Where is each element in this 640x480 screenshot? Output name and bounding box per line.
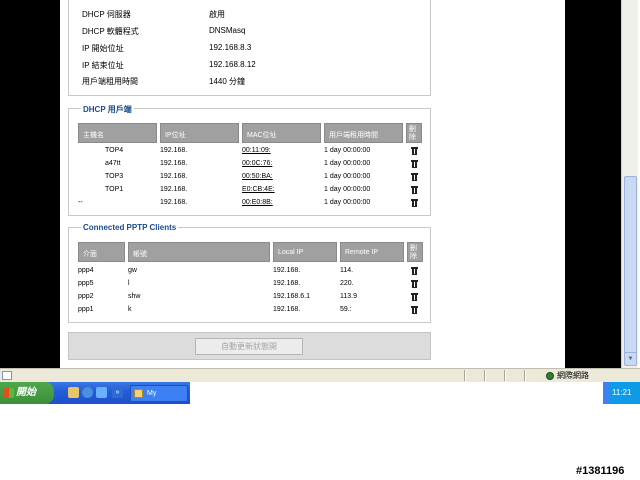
client-lease: 1 day 00:00:00 — [324, 147, 371, 154]
folder-icon[interactable] — [68, 387, 79, 398]
client-lease: 1 day 00:00:00 — [324, 199, 371, 206]
col-local-ip: Local IP — [273, 242, 337, 262]
client-lease: 1 day 00:00:00 — [324, 173, 371, 180]
client-ip: 192.168. — [160, 199, 188, 206]
vertical-scrollbar[interactable]: ▼ — [621, 0, 638, 368]
trash-icon[interactable] — [411, 280, 418, 288]
col-ip: IP位址 — [160, 123, 239, 143]
client-mac: 00:11:09: — [242, 147, 271, 154]
client-host: a47tt — [105, 160, 121, 167]
status-divider — [484, 370, 486, 381]
pptp-iface: ppp5 — [78, 280, 94, 287]
client-ip: 192.168. — [160, 173, 188, 180]
ip-end-value: 192.168.8.12 — [209, 60, 256, 69]
right-letterbox — [565, 0, 621, 368]
client-mac: 00:0C:76: — [242, 160, 273, 167]
trash-icon[interactable] — [411, 160, 418, 168]
taskbar-window-button[interactable]: My — [130, 385, 188, 402]
trash-icon[interactable] — [411, 306, 418, 314]
col-hostname: 主機名 — [78, 123, 157, 143]
client-ip: 192.168. — [160, 160, 188, 167]
pptp-local-ip: 192.168. — [273, 267, 301, 274]
pptp-user: l — [128, 280, 130, 287]
media-icon[interactable] — [96, 387, 107, 398]
client-mac: 00:50:BA: — [242, 173, 273, 180]
watermark-id: #1381196 — [576, 465, 625, 477]
client-lease: 1 day 00:00:00 — [324, 186, 371, 193]
col-mac: MAC位址 — [242, 123, 321, 143]
trash-icon[interactable] — [411, 173, 418, 181]
trash-icon[interactable] — [411, 199, 418, 207]
trash-icon[interactable] — [411, 293, 418, 301]
client-host: TOP1 — [105, 186, 124, 193]
dhcp-software-label: DHCP 軟體程式 — [82, 27, 139, 36]
page-icon — [2, 371, 12, 380]
browser-status-bar: 網際網路 — [0, 368, 640, 382]
status-divider — [464, 370, 466, 381]
dhcp-clients-panel: DHCP 用戶端 主機名 IP位址 MAC位址 用戶端租用時間 刪除 TOP4 … — [68, 104, 431, 216]
pptp-iface: ppp4 — [78, 267, 94, 274]
ip-start-label: IP 開始位址 — [82, 44, 124, 53]
pptp-remote-ip: 59.: — [340, 306, 352, 313]
lease-time-label: 用戶端租用時間 — [82, 77, 138, 86]
client-host: TOP4 — [105, 147, 124, 154]
pptp-remote-ip: 114. — [340, 267, 354, 274]
button-bar: 自動更新狀態開 — [68, 332, 431, 360]
client-mac: 00:E0:8B: — [242, 199, 273, 206]
col-interface: 介面 — [78, 242, 125, 262]
client-host: -- — [78, 199, 83, 206]
trash-icon[interactable] — [411, 147, 418, 155]
more-chevron-icon[interactable]: » — [112, 387, 123, 398]
client-ip: 192.168. — [160, 186, 188, 193]
dhcp-server-value: 啟用 — [209, 10, 225, 19]
taskbar-window-label: My — [147, 390, 157, 397]
left-letterbox — [0, 0, 60, 368]
start-label: 開始 — [16, 387, 36, 398]
col-delete: 刪除 — [407, 242, 423, 262]
pptp-remote-ip: 113.9 — [340, 293, 357, 300]
auto-refresh-button[interactable]: 自動更新狀態開 — [195, 338, 303, 355]
pptp-iface: ppp2 — [78, 293, 94, 300]
pptp-clients-legend: Connected PPTP Clients — [81, 223, 179, 232]
col-delete: 刪除 — [406, 123, 422, 143]
ip-start-value: 192.168.8.3 — [209, 43, 252, 52]
status-divider — [504, 370, 506, 381]
dhcp-server-label: DHCP 伺服器 — [82, 10, 131, 19]
pptp-local-ip: 192.168. — [273, 280, 301, 287]
ie-icon[interactable] — [82, 387, 93, 398]
col-remote-ip: Remote IP — [340, 242, 404, 262]
start-button[interactable]: 開始 — [0, 382, 54, 404]
pptp-user: k — [128, 306, 132, 313]
pptp-local-ip: 192.168.6.1 — [273, 293, 310, 300]
scroll-thumb[interactable] — [624, 176, 637, 356]
pptp-iface: ppp1 — [78, 306, 94, 313]
client-lease: 1 day 00:00:00 — [324, 160, 371, 167]
ip-end-label: IP 結束位址 — [82, 61, 124, 70]
dhcp-server-panel: DHCP 伺服器 啟用 DHCP 軟體程式 DNSMasq IP 開始位址 19… — [68, 0, 431, 96]
internet-zone-icon — [546, 372, 554, 380]
folder-icon — [134, 389, 143, 398]
windows-flag-icon — [4, 388, 14, 398]
pptp-user: gw — [128, 267, 137, 274]
system-tray-clock[interactable]: 11:21 — [609, 382, 640, 404]
dhcp-clients-legend: DHCP 用戶端 — [81, 104, 134, 115]
scroll-down-arrow-icon[interactable]: ▼ — [624, 352, 637, 366]
taskbar: 開始 » My — [0, 382, 190, 404]
lease-time-value: 1440 分鐘 — [209, 77, 246, 86]
status-divider — [524, 370, 526, 381]
pptp-remote-ip: 220. — [340, 280, 354, 287]
pptp-user: shw — [128, 293, 141, 300]
pptp-local-ip: 192.168. — [273, 306, 301, 313]
client-host: TOP3 — [105, 173, 124, 180]
dhcp-software-value: DNSMasq — [209, 26, 246, 35]
pptp-clients-panel: Connected PPTP Clients 介面 帳號 Local IP Re… — [68, 223, 431, 323]
trash-icon[interactable] — [411, 186, 418, 194]
trash-icon[interactable] — [411, 267, 418, 275]
client-ip: 192.168. — [160, 147, 188, 154]
col-lease: 用戶端租用時間 — [324, 123, 403, 143]
client-mac: E0:CB:4E: — [242, 186, 275, 193]
col-account: 帳號 — [128, 242, 270, 262]
security-zone-label: 網際網路 — [557, 371, 589, 380]
